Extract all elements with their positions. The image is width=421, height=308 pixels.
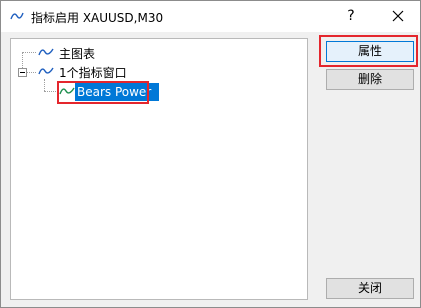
highlight-box [57,81,149,104]
window-title: 指标启用 XAUUSD,M30 [31,11,164,25]
delete-button[interactable]: 删除 [326,69,414,90]
tree-connector [26,72,36,73]
close-icon[interactable] [387,6,409,26]
close-button[interactable]: 关闭 [326,278,414,299]
collapse-toggle[interactable] [18,68,27,77]
tree-connector [22,52,23,68]
chart-icon [38,48,54,56]
indicator-tree[interactable]: 主图表 1个指标窗口 Bears Power [10,38,308,300]
indicator-icon [10,12,24,20]
tree-item-indicator-window[interactable]: 1个指标窗口 [59,64,127,81]
tree-connector [44,91,56,92]
title-bar: 指标启用 XAUUSD,M30 ? [1,1,420,32]
chart-icon [38,67,54,75]
help-button[interactable]: ? [341,6,361,26]
tree-connector [44,79,45,91]
highlight-box [319,35,418,67]
indicators-dialog: 指标启用 XAUUSD,M30 ? 主图表 1个指标窗口 Bears Power [0,0,421,308]
tree-connector [22,52,36,53]
tree-item-main-chart[interactable]: 主图表 [59,45,95,62]
